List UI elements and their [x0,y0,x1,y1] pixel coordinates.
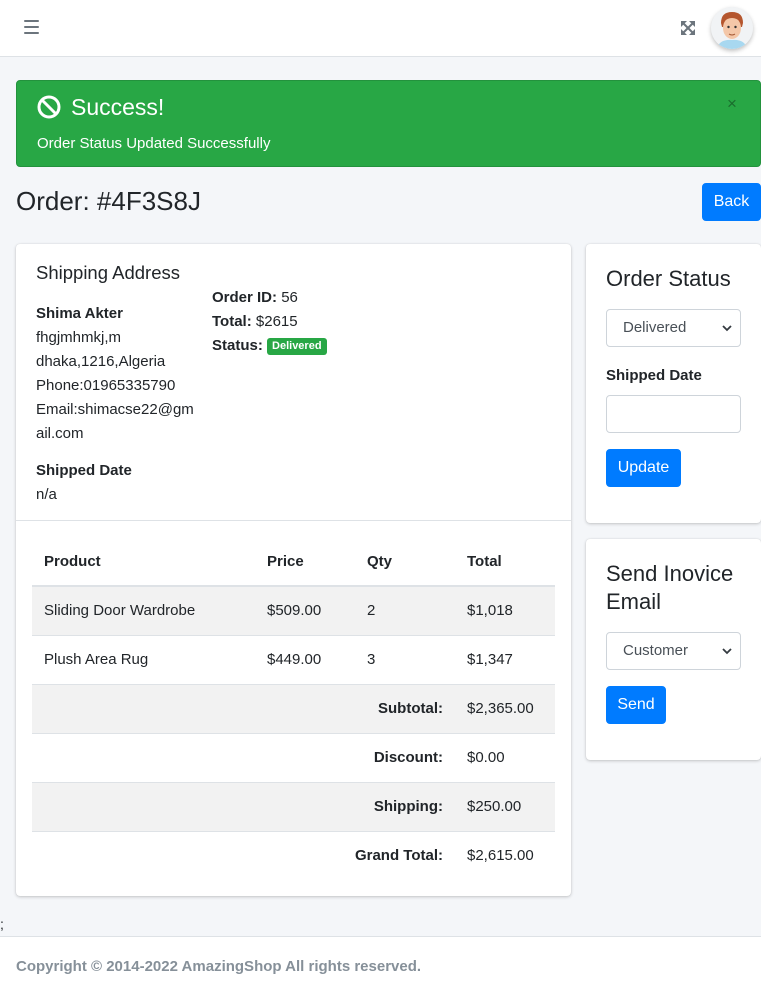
summary-row-shipping: Shipping: $250.00 [32,781,555,831]
summary-row-grand-total: Grand Total: $2,615.00 [32,830,555,880]
grand-total-value: $2,615.00 [455,830,555,880]
success-alert: Success! Order Status Updated Successful… [16,80,761,167]
page-title: Order: #4F3S8J [16,186,201,216]
product-price: $449.00 [255,634,355,684]
shipping-value: $250.00 [455,781,555,831]
recipient-select[interactable]: Customer [606,632,741,670]
send-invoice-card: Send Inovice Email Customer Send [586,539,761,760]
column-header-qty: Qty [355,537,455,587]
send-invoice-heading: Send Inovice Email [606,561,734,614]
recipient-selected: Customer [623,642,689,659]
shipped-date-input[interactable] [606,395,741,433]
chevron-down-icon [722,648,732,655]
discount-label: Discount: [32,732,455,782]
discount-value: $0.00 [455,732,555,782]
copyright-text: Copyright © 2014-2022 AmazingShop All ri… [16,958,422,975]
order-id-label: Order ID: [212,289,278,306]
grand-total-label: Grand Total: [32,830,455,880]
customer-name: Shima Akter [36,305,123,322]
table-row: Plush Area Rug $449.00 3 $1,347 [32,634,555,684]
ban-icon [37,95,61,119]
order-summary-info: Order ID: 56 Total: $2615 Status: Delive… [212,286,327,358]
alert-close-button[interactable]: × [727,94,737,114]
product-total: $1,018 [455,585,555,635]
hamburger-icon[interactable] [24,20,39,34]
shipping-label: Shipping: [32,781,455,831]
shipped-date-field-label: Shipped Date [606,367,702,384]
order-status-heading: Order Status [606,266,731,291]
column-header-price: Price [255,537,355,587]
subtotal-label: Subtotal: [32,683,455,733]
alert-message: Order Status Updated Successfully [37,135,271,152]
subtotal-value: $2,365.00 [455,683,555,733]
product-name: Plush Area Rug [32,634,255,684]
order-status-selected: Delivered [623,319,687,336]
customer-phone: Phone:01965335790 [36,377,176,394]
chevron-down-icon [722,325,732,332]
alert-title: Success! [71,94,165,120]
address-line-1: fhgjmhmkj,m [36,329,122,346]
status-badge: Delivered [267,338,327,355]
divider [16,520,571,521]
footer: Copyright © 2014-2022 AmazingShop All ri… [0,936,761,993]
back-button[interactable]: Back [702,183,761,221]
column-header-product: Product [32,537,255,587]
order-details-card: Shipping Address Shima Akter fhgjmhmkj,m… [16,244,571,896]
top-navbar [0,0,761,57]
product-price: $509.00 [255,585,355,635]
product-qty: 2 [355,585,455,635]
order-status-label: Status: [212,337,263,354]
customer-email: Email:shimacse22@gmail.com [36,401,194,442]
order-status-select[interactable]: Delivered [606,309,741,347]
shipping-address-heading: Shipping Address [36,262,180,283]
order-status-card: Order Status Delivered Shipped Date Upda… [586,244,761,523]
summary-row-subtotal: Subtotal: $2,365.00 [32,683,555,733]
order-total-label: Total: [212,313,252,330]
table-row: Sliding Door Wardrobe $509.00 2 $1,018 [32,585,555,635]
product-qty: 3 [355,634,455,684]
user-avatar[interactable] [711,7,753,49]
expand-icon[interactable] [680,20,696,36]
send-button[interactable]: Send [606,686,666,724]
shipping-address: Shima Akter fhgjmhmkj,m dhaka,1216,Alger… [36,302,196,446]
column-header-total: Total [455,537,555,587]
shipped-date-label: Shipped Date [36,462,132,479]
shipped-date-value: n/a [36,486,57,503]
order-id-value: 56 [281,289,298,306]
update-button[interactable]: Update [606,449,681,487]
summary-row-discount: Discount: $0.00 [32,732,555,782]
product-total: $1,347 [455,634,555,684]
order-total-value: $2615 [255,313,298,330]
address-line-2: dhaka,1216,Algeria [36,353,166,370]
stray-text: ; [0,916,4,932]
product-name: Sliding Door Wardrobe [32,585,255,635]
order-items-table: Product Price Qty Total Sliding Door War… [32,537,555,880]
